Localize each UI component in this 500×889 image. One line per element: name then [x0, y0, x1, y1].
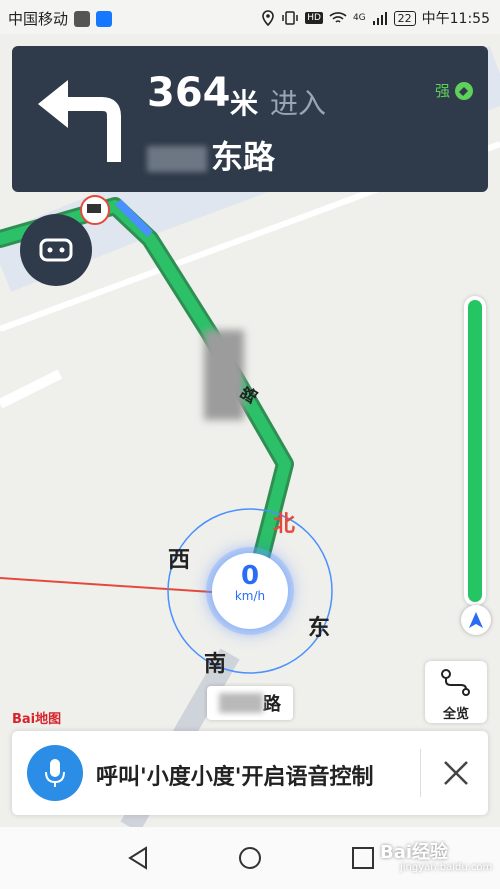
gps-indicator: 强 [435, 80, 474, 101]
background-road [0, 369, 63, 409]
locate-button[interactable] [461, 605, 491, 635]
baidu-map-logo: Bai地图 [12, 712, 62, 727]
compass-north: 北 [273, 512, 296, 537]
guidance-banner[interactable]: 364 米 进入 东路 强 [12, 46, 488, 192]
recents-icon[interactable] [350, 845, 376, 871]
action-label: 进入 [270, 87, 327, 120]
hd-icon: HD [305, 12, 323, 24]
back-icon[interactable] [126, 845, 152, 871]
microphone-icon [45, 759, 65, 787]
next-road-name: 东路 [147, 132, 275, 178]
distance-unit: 米 [230, 87, 259, 120]
carrier-label: 中国移动 [8, 10, 69, 28]
microphone-button[interactable] [27, 745, 83, 801]
speed-indicator: 0 km/h [212, 553, 288, 629]
blurred-road-prefix [219, 693, 263, 713]
watermark-title: Bai经验 [380, 842, 449, 863]
battery-icon: 22 [393, 10, 416, 26]
compass-east: 东 [308, 616, 331, 641]
voice-assistant-bar[interactable]: 呼叫'小度小度'开启语音控制 [12, 731, 488, 815]
close-button[interactable] [436, 753, 476, 793]
overview-label: 全览 [442, 707, 469, 722]
close-icon [444, 761, 468, 785]
current-road-suffix: 路 [263, 694, 281, 715]
voice-prompt-text: 呼叫'小度小度'开启语音控制 [96, 765, 374, 790]
network-label: 4G [352, 13, 366, 23]
divider [420, 749, 421, 797]
alipay-icon [96, 10, 113, 27]
watermark-url: jingyan.baidu.com [400, 862, 493, 873]
gps-strength-label: 强 [434, 82, 450, 100]
map-app-icon [74, 10, 91, 27]
navigation-arrow-icon [469, 612, 483, 628]
location-icon [262, 10, 275, 26]
status-bar: 中国移动 HD 4G 22 中午11:55 [0, 0, 500, 34]
current-road-tag: 路 [207, 686, 293, 720]
satellite-icon [455, 81, 473, 100]
home-icon[interactable] [237, 845, 263, 871]
traffic-fill [468, 300, 482, 602]
direction-line [0, 577, 213, 593]
battery-level: 22 [397, 11, 412, 25]
wifi-icon [329, 12, 347, 23]
compass-south: 南 [204, 652, 227, 677]
speed-unit: km/h [234, 589, 266, 603]
vibrate-icon [282, 11, 298, 25]
camera-shape [87, 204, 101, 213]
clock: 中午11:55 [421, 11, 490, 27]
speed-value: 0 [240, 561, 260, 591]
road-suffix: 东路 [211, 138, 276, 176]
overview-button[interactable]: 全览 [425, 661, 487, 723]
blurred-road-prefix [147, 146, 207, 172]
car-icon [39, 238, 73, 262]
turn-left-icon [38, 80, 121, 162]
signal-icon [372, 12, 387, 25]
traffic-bar [464, 296, 486, 606]
compass-west: 西 [168, 548, 191, 573]
blurred-road-name [204, 330, 244, 420]
lane-view-button[interactable] [20, 214, 92, 286]
route-overview-icon [441, 669, 470, 696]
distance-value: 364 [147, 70, 231, 116]
